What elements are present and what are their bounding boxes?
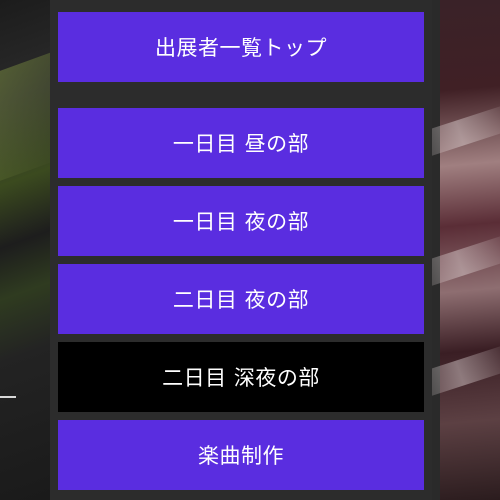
background-line xyxy=(0,396,16,398)
day2-night-button[interactable]: 二日目 夜の部 xyxy=(58,264,424,334)
background-right-panel xyxy=(398,0,500,500)
exhibitor-list-top-button[interactable]: 出展者一覧トップ xyxy=(58,12,424,82)
day1-night-button[interactable]: 一日目 夜の部 xyxy=(58,186,424,256)
nav-menu: 出展者一覧トップ 一日目 昼の部 一日目 夜の部 二日目 夜の部 二日目 深夜の… xyxy=(50,0,432,500)
music-production-button[interactable]: 楽曲制作 xyxy=(58,420,424,490)
background-left-panel xyxy=(0,0,70,500)
day1-daytime-button[interactable]: 一日目 昼の部 xyxy=(58,108,424,178)
day2-late-night-button[interactable]: 二日目 深夜の部 xyxy=(58,342,424,412)
